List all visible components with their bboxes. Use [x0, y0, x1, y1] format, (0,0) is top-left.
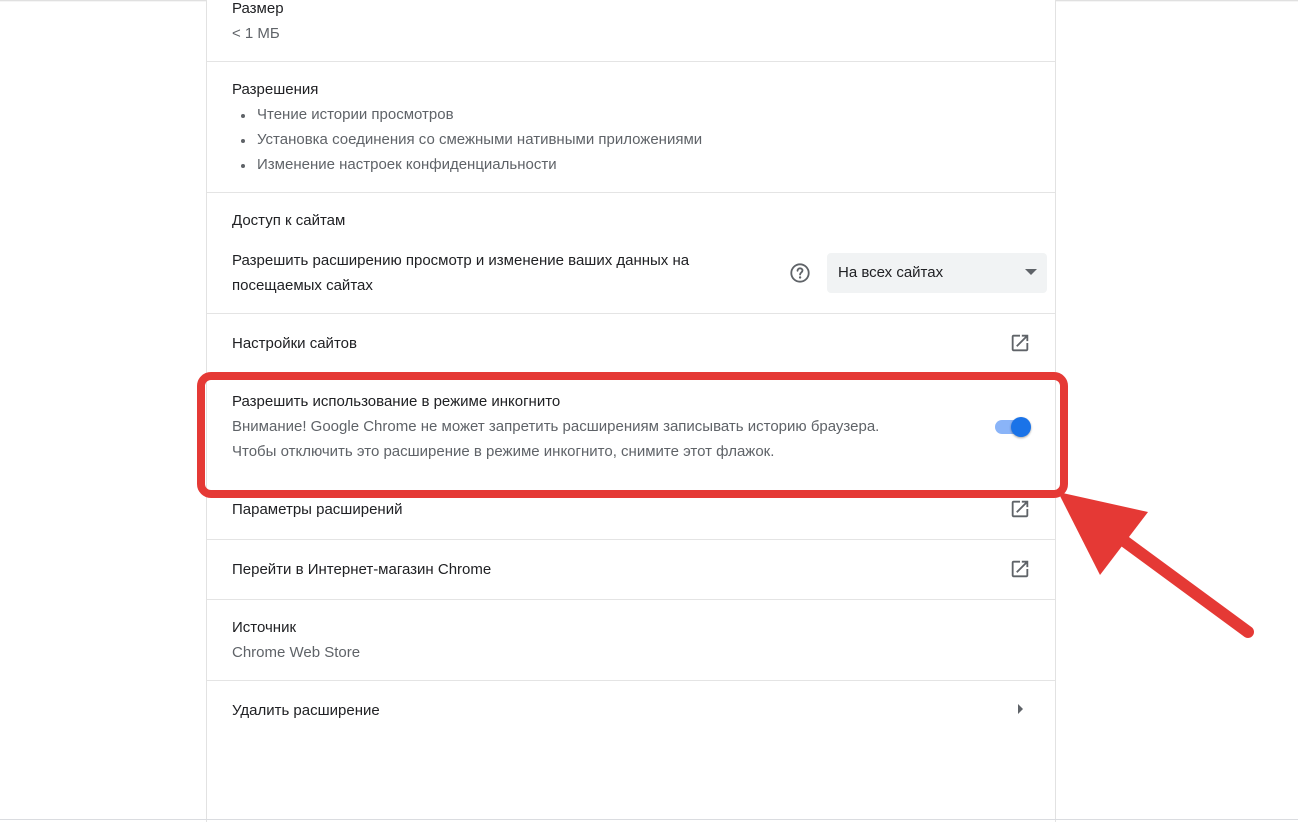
site-access-description-cont: посещаемых сайтах [232, 277, 373, 294]
open-in-new-icon[interactable] [1009, 558, 1031, 580]
divider [207, 192, 1055, 193]
permission-item: Изменение настроек конфиденциальности [241, 156, 557, 173]
remove-extension-button[interactable]: Удалить расширение [232, 702, 380, 719]
site-access-label: Доступ к сайтам [232, 212, 346, 229]
web-store-link[interactable]: Перейти в Интернет-магазин Chrome [232, 561, 491, 578]
site-access-description: Разрешить расширению просмотр и изменени… [232, 252, 690, 269]
incognito-label: Разрешить использование в режиме инкогни… [232, 393, 561, 410]
chevron-right-icon[interactable] [1018, 704, 1023, 714]
source-label: Источник [232, 619, 297, 636]
incognito-toggle[interactable] [993, 416, 1033, 438]
permission-item: Чтение истории просмотров [241, 106, 454, 123]
divider [207, 539, 1055, 540]
site-access-dropdown-value: На всех сайтах [838, 264, 944, 281]
permission-item: Установка соединения со смежными нативны… [241, 131, 702, 148]
source-value: Chrome Web Store [232, 644, 361, 661]
size-value: < 1 МБ [232, 25, 280, 42]
open-in-new-icon[interactable] [1009, 332, 1031, 354]
divider [207, 680, 1055, 681]
divider [207, 313, 1055, 314]
incognito-warning: Внимание! Google Chrome не может запрети… [232, 418, 880, 435]
open-in-new-icon[interactable] [1009, 498, 1031, 520]
incognito-warning-cont: Чтобы отключить это расширение в режиме … [232, 443, 775, 460]
divider [207, 61, 1055, 62]
extension-details-card: Размер < 1 МБ Разрешения Чтение истории … [206, 0, 1056, 822]
site-access-dropdown[interactable]: На всех сайтах [827, 253, 1047, 293]
caret-down-icon [1025, 269, 1037, 275]
divider [207, 599, 1055, 600]
toggle-knob [1011, 417, 1031, 437]
site-settings-link[interactable]: Настройки сайтов [232, 335, 357, 352]
bottom-line [0, 819, 1298, 820]
size-label: Размер [232, 0, 284, 17]
permissions-label: Разрешения [232, 81, 319, 98]
help-circle-icon[interactable] [789, 262, 811, 284]
extension-options-link[interactable]: Параметры расширений [232, 501, 402, 518]
